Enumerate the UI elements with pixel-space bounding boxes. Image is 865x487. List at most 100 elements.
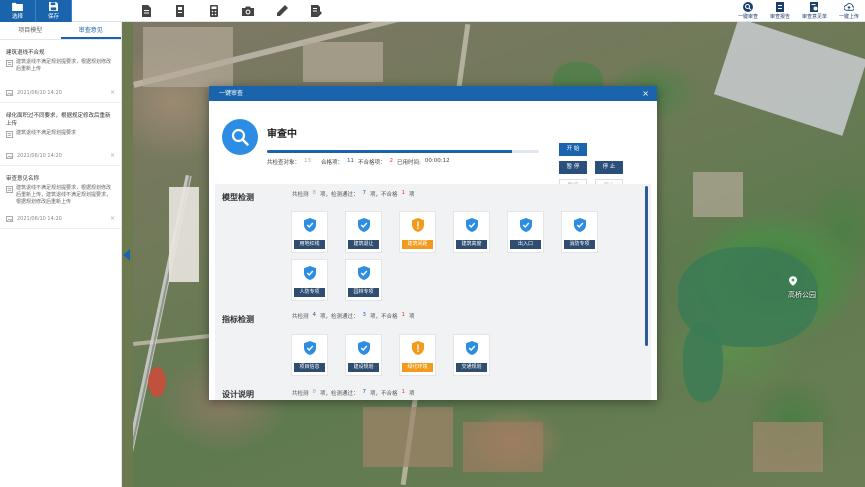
one-click-upload-button[interactable]: 一键上传 xyxy=(839,2,859,20)
section-stats: 共检测 8 项，检测通过： 7 项，不合格 1 项 xyxy=(292,190,415,198)
document-icon xyxy=(6,60,13,67)
stat-fail: 1 xyxy=(401,312,406,318)
check-shield-icon xyxy=(358,266,370,280)
issue-date: 2021/06/10 14:20 xyxy=(17,89,62,96)
close-icon[interactable]: × xyxy=(642,86,649,101)
issue-date: 2021/06/10 14:20 xyxy=(17,152,62,159)
collapse-sidebar-icon[interactable] xyxy=(123,249,130,261)
check-shield-icon xyxy=(520,218,532,232)
progress-fill xyxy=(267,150,512,153)
check-item-card[interactable]: 建筑退让 xyxy=(345,211,382,253)
stat-text: 共检测 xyxy=(292,391,309,397)
check-item-card[interactable]: 项目信息 xyxy=(291,334,328,376)
one-click-review-button[interactable]: 一键审查 xyxy=(738,2,758,20)
issue-item[interactable]: 绿化面积过不同要求，根据规定修改后重新上传 建筑退线不满足规划提要求 2021/… xyxy=(0,103,121,166)
stat-total: 8 xyxy=(312,190,317,196)
document-icon xyxy=(6,186,13,193)
stat-total: 4 xyxy=(312,312,317,318)
opinion-sheet-button[interactable]: 审查意见单 xyxy=(802,2,827,20)
save-icon xyxy=(49,2,58,11)
start-button[interactable]: 开 始 xyxy=(559,143,587,156)
issue-title: 建筑退线不合规 xyxy=(6,50,45,56)
document-icon[interactable] xyxy=(140,5,152,17)
total-value: 13 xyxy=(304,158,312,164)
check-item-label: 建筑退让 xyxy=(348,240,379,249)
issue-title: 绿化面积过不同要求，根据规定修改后重新上传 xyxy=(6,113,111,127)
stat-fail: 1 xyxy=(401,389,406,395)
stat-pass: 7 xyxy=(362,389,367,395)
stat-text: 项，检测通过： xyxy=(320,192,359,198)
section-title: 模型检测 xyxy=(222,193,254,202)
cloud-upload-icon xyxy=(843,3,854,11)
check-shield-icon xyxy=(574,218,586,232)
pause-button[interactable]: 暂 停 xyxy=(559,161,587,174)
one-click-upload-label: 一键上传 xyxy=(838,14,859,20)
check-item-card[interactable]: 出入口 xyxy=(507,211,544,253)
issue-item[interactable]: 建筑退线不合规 建筑退线不满足规划提要求，根据规划修改后重新上传 2021/06… xyxy=(0,40,121,103)
close-icon[interactable]: × xyxy=(110,89,115,96)
one-click-review-label: 一键审查 xyxy=(737,14,758,20)
check-item-card[interactable]: 消防专项 xyxy=(561,211,598,253)
issue-date: 2021/06/10 14:20 xyxy=(17,215,62,222)
select-button[interactable]: 选择 xyxy=(0,0,36,22)
camera-icon[interactable] xyxy=(242,5,254,17)
select-label: 选择 xyxy=(11,14,23,20)
check-item-label: 绿化环境 xyxy=(402,363,433,372)
image-icon xyxy=(6,215,13,222)
dialog-header: 一键审查 × xyxy=(209,86,657,101)
review-report-button[interactable]: 审查报告 xyxy=(770,2,790,20)
check-item-card[interactable]: 交通规划 xyxy=(453,334,490,376)
tab-review-opinion[interactable]: 审查意见 xyxy=(60,22,121,39)
check-item-card[interactable]: 用地红线 xyxy=(291,211,328,253)
check-item-label: 项目信息 xyxy=(294,363,325,372)
check-item-label: 交通规划 xyxy=(456,363,487,372)
check-item-card[interactable]: 建筑间距 xyxy=(399,211,436,253)
check-item-card[interactable]: 绿化环境 xyxy=(399,334,436,376)
save-button[interactable]: 保存 xyxy=(36,0,72,22)
results-panel[interactable]: 模型检测 共检测 8 项，检测通过： 7 项，不合格 1 项 用地红线 建筑退让建… xyxy=(215,184,651,400)
map-pin-icon[interactable] xyxy=(789,276,797,286)
issue-item[interactable]: 审查意见名称 建筑退线不满足规划提要求，根据规划修改后重新上传，建筑退线不满足规… xyxy=(0,166,121,229)
report-icon xyxy=(775,2,784,12)
check-item-card[interactable]: 建设规划 xyxy=(345,334,382,376)
folder-icon xyxy=(12,2,23,11)
review-sidebar: 项目模型 审查意见 建筑退线不合规 建筑退线不满足规划提要求，根据规划修改后重新… xyxy=(0,22,122,487)
check-shield-icon xyxy=(466,218,478,232)
scrollbar[interactable] xyxy=(645,186,648,346)
image-icon xyxy=(6,152,13,159)
review-status: 审查中 共检查对象： 13 合格项： 11 不合格项： 2 已用时间: 00:0… xyxy=(209,101,657,192)
close-icon[interactable]: × xyxy=(110,152,115,159)
time-label: 已用时间: xyxy=(397,160,421,166)
check-shield-icon xyxy=(304,266,316,280)
review-stats: 共检查对象： 13 合格项： 11 不合格项： 2 已用时间: 00:00:12 xyxy=(267,158,450,166)
opinion-icon xyxy=(810,2,819,12)
pass-value: 11 xyxy=(347,158,355,164)
stat-text: 项 xyxy=(409,192,415,198)
check-item-card[interactable]: 园林专项 xyxy=(345,259,382,301)
stat-text: 共检测 xyxy=(292,192,309,198)
check-item-card[interactable]: 建筑高度 xyxy=(453,211,490,253)
save-label: 保存 xyxy=(47,14,59,20)
check-item-card[interactable]: 人防专项 xyxy=(291,259,328,301)
warning-shield-icon xyxy=(412,218,424,232)
stat-pass: 7 xyxy=(362,190,367,196)
issue-text: 建筑退线不满足规划提要求，根据规划修改后重新上传 xyxy=(16,59,112,72)
top-toolbar: 选择 保存 一键审查 审查报告 审查意见单 一键上传 xyxy=(0,0,865,22)
tab-project-model[interactable]: 项目模型 xyxy=(0,22,61,39)
stat-text: 项，不合格 xyxy=(370,192,398,198)
calculator-icon[interactable] xyxy=(208,5,220,17)
pen-icon[interactable] xyxy=(276,5,288,17)
stat-text: 项，检测通过： xyxy=(320,314,359,320)
edit-doc-icon[interactable] xyxy=(310,5,322,17)
check-shield-icon xyxy=(466,341,478,355)
check-item-label: 用地红线 xyxy=(294,240,325,249)
pass-label: 合格项： xyxy=(321,160,344,166)
document-alt-icon[interactable] xyxy=(174,5,186,17)
close-icon[interactable]: × xyxy=(110,215,115,222)
search-icon xyxy=(742,2,753,12)
search-icon xyxy=(222,119,258,155)
check-item-label: 人防专项 xyxy=(294,288,325,297)
stat-pass: 3 xyxy=(362,312,367,318)
issue-text: 建筑退线不满足规划提要求，根据规划修改后重新上传，建筑退线不满足规划提要求，根据… xyxy=(16,185,112,205)
stop-button[interactable]: 停 止 xyxy=(595,161,623,174)
